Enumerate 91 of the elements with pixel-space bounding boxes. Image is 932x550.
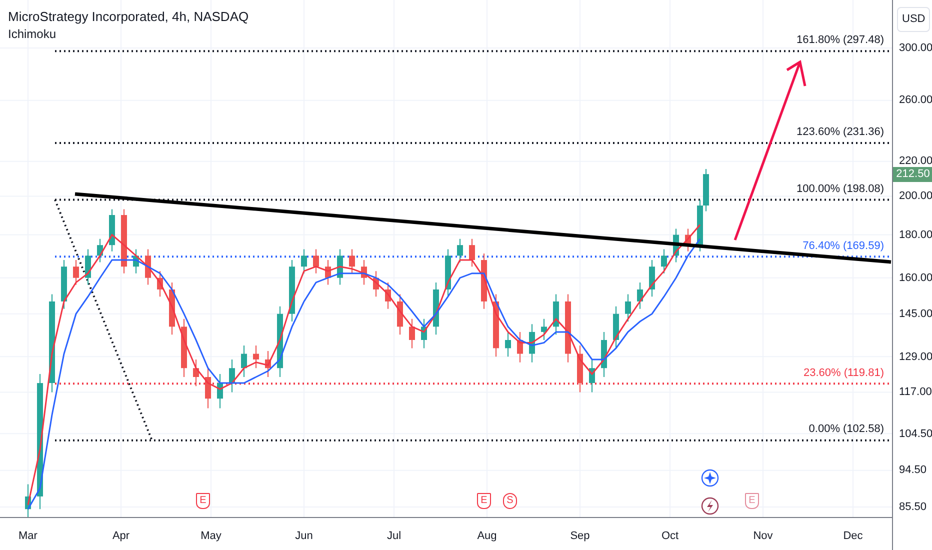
candlestick [157, 270, 163, 298]
sparkle-icon[interactable] [701, 469, 719, 487]
candlestick [253, 344, 259, 369]
split-marker[interactable]: S [503, 493, 517, 509]
candlestick [469, 238, 475, 268]
candlestick [409, 318, 415, 349]
time-tick-label: Dec [843, 529, 863, 544]
candlestick [433, 282, 439, 336]
earnings-marker[interactable]: E [196, 493, 210, 509]
price-tick-label: 300.00 [899, 42, 932, 55]
candlestick [673, 228, 679, 263]
candlestick [661, 248, 667, 274]
candlestick [85, 248, 91, 286]
price-tick-label: 180.00 [899, 228, 932, 242]
candlestick [397, 294, 403, 336]
candlestick [265, 350, 271, 378]
price-tick-label: 104.50 [899, 428, 932, 441]
price-tick-label: 145.00 [899, 308, 932, 321]
candlestick [589, 358, 595, 393]
candlestick [301, 248, 307, 274]
candlestick [493, 294, 499, 358]
candlestick [337, 248, 343, 286]
candlestick [577, 344, 583, 393]
fib-level-label: 76.40% (169.59) [802, 240, 884, 253]
price-tick-label: 129.00 [899, 350, 932, 364]
candlestick [217, 374, 223, 409]
candlestick [649, 260, 655, 298]
time-tick-label: Jun [295, 529, 313, 544]
candlestick [241, 344, 247, 378]
candlestick [421, 318, 427, 349]
candlestick [505, 331, 511, 358]
candlestick [289, 260, 295, 322]
candlestick [133, 248, 139, 274]
price-tick-label: 117.00 [899, 386, 932, 400]
price-tick-label: 94.50 [899, 464, 927, 478]
candlestick [637, 282, 643, 310]
currency-button[interactable]: USD [897, 7, 930, 32]
candlestick [529, 324, 535, 363]
candlestick [25, 484, 31, 517]
candlestick [685, 228, 691, 252]
price-tick-label: 260.00 [899, 94, 932, 108]
candlestick [121, 208, 127, 274]
candlestick [229, 358, 235, 393]
candlestick [169, 282, 175, 336]
candlestick [205, 368, 211, 409]
time-tick-label: Apr [112, 529, 130, 544]
time-tick-label: Mar [18, 529, 38, 544]
chart-title: MicroStrategy Incorporated, 4h, NASDAQ [8, 8, 249, 26]
candlestick [97, 238, 103, 263]
fib-level-label: 161.80% (297.48) [796, 34, 884, 48]
price-tick-label: 200.00 [899, 190, 932, 204]
candlestick [601, 331, 607, 378]
candlestick [625, 294, 631, 322]
candlestick [373, 270, 379, 298]
fib-level-label: 23.60% (119.81) [803, 366, 884, 380]
time-tick-label: Sep [570, 529, 590, 544]
time-tick-label: Aug [477, 529, 497, 544]
earnings-marker[interactable]: E [745, 493, 759, 509]
fib-level-label: 123.60% (231.36) [796, 126, 884, 139]
earnings-marker[interactable]: E [477, 493, 491, 509]
fib-level-label: 100.00% (198.08) [796, 182, 884, 196]
candlestick [457, 238, 463, 263]
candlestick [73, 260, 79, 286]
lightning-icon[interactable] [701, 497, 719, 515]
candlestick [613, 306, 619, 349]
indicator-label: Ichimoku [8, 26, 58, 42]
candlestick [181, 318, 187, 378]
candlestick [193, 358, 199, 387]
time-tick-label: Oct [661, 529, 679, 544]
time-tick-label: May [200, 529, 222, 544]
price-tick-label: 85.50 [899, 501, 927, 514]
candlestick [541, 318, 547, 340]
candlestick [313, 248, 319, 274]
time-tick-label: Nov [753, 529, 773, 544]
price-tick-label: 160.00 [899, 272, 932, 285]
candlestick [517, 331, 523, 363]
candlestick [61, 260, 67, 310]
candlestick [445, 248, 451, 298]
candlestick [385, 282, 391, 310]
candlestick [325, 260, 331, 286]
candlestick [361, 260, 367, 286]
candlestick [145, 248, 151, 286]
candlestick [481, 253, 487, 310]
fib-level-label: 0.00% (102.58) [808, 423, 884, 436]
candlestick [553, 294, 559, 336]
candlestick [349, 248, 355, 274]
price-tick-label: 220.00 [899, 155, 932, 168]
candlestick [109, 208, 115, 252]
last-price-badge: 212.50 [893, 167, 932, 182]
candlestick [565, 294, 571, 363]
time-tick-label: Jul [386, 529, 402, 544]
